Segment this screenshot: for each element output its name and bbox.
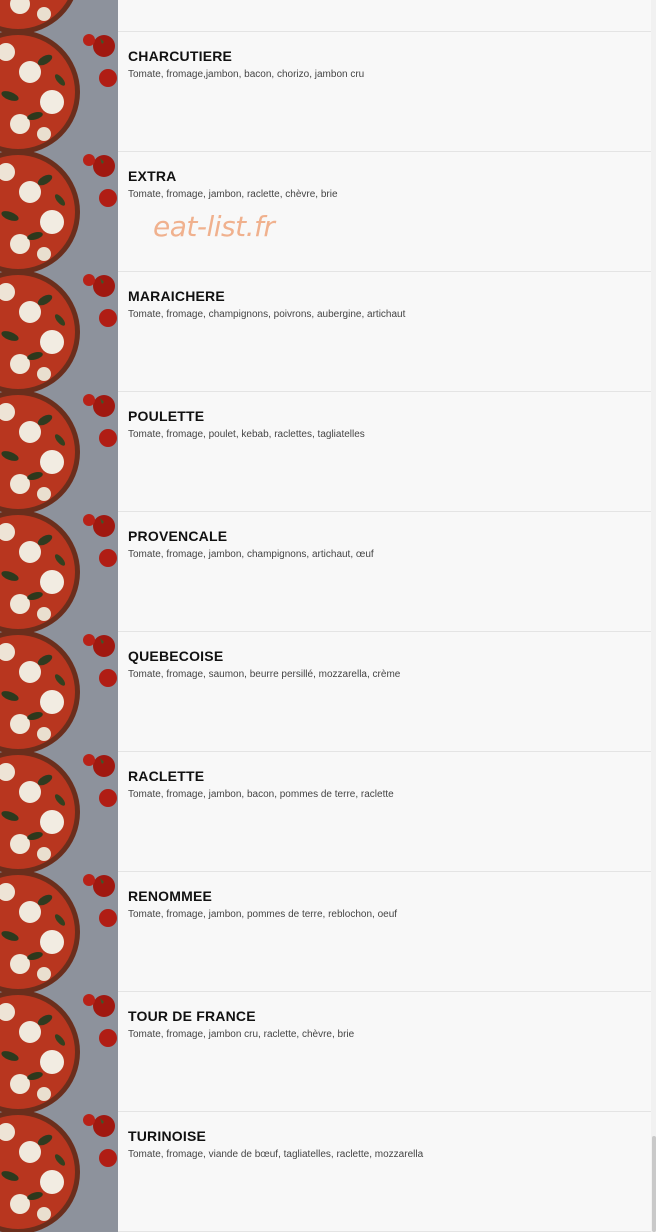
- item-description: Tomate, fromage, saumon, beurre persillé…: [128, 669, 401, 680]
- pizza-image: [0, 992, 118, 1112]
- item-description: Tomate, fromage, jambon, champignons, ar…: [128, 549, 374, 560]
- menu-item[interactable]: PROVENCALE Tomate, fromage, jambon, cham…: [0, 512, 651, 632]
- pizza-image: [0, 152, 118, 272]
- menu-item[interactable]: RENOMMEE Tomate, fromage, jambon, pommes…: [0, 872, 651, 992]
- pizza-image: [0, 392, 118, 512]
- menu-item[interactable]: QUEBECOISE Tomate, fromage, saumon, beur…: [0, 632, 651, 752]
- pizza-image: [0, 752, 118, 872]
- item-name: POULETTE: [128, 408, 205, 424]
- menu-item[interactable]: RACLETTE Tomate, fromage, jambon, bacon,…: [0, 752, 651, 872]
- item-name: PROVENCALE: [128, 528, 228, 544]
- watermark: eat-list.fr: [153, 210, 275, 243]
- item-name: TOUR DE FRANCE: [128, 1008, 256, 1024]
- item-name: MARAICHERE: [128, 288, 225, 304]
- item-description: Tomate, fromage, jambon, pommes de terre…: [128, 909, 398, 920]
- menu-item[interactable]: POULETTE Tomate, fromage, poulet, kebab,…: [0, 392, 651, 512]
- pizza-image: [0, 1112, 118, 1232]
- scrollbar[interactable]: [651, 0, 656, 1232]
- item-description: Tomate, fromage, jambon cru, raclette, c…: [128, 1029, 355, 1040]
- item-name: RACLETTE: [128, 768, 205, 784]
- item-description: Tomate, fromage, champignons, poivrons, …: [128, 309, 406, 320]
- menu-item[interactable]: MARAICHERE Tomate, fromage, champignons,…: [0, 272, 651, 392]
- item-name: CHARCUTIERE: [128, 48, 233, 64]
- item-description: Tomate, fromage, jambon, raclette, chèvr…: [128, 189, 338, 200]
- menu-list: CHARCUTIERE Tomate, fromage,jambon, baco…: [0, 0, 651, 1232]
- menu-item[interactable]: TOUR DE FRANCE Tomate, fromage, jambon c…: [0, 992, 651, 1112]
- item-description: Tomate, fromage, poulet, kebab, raclette…: [128, 429, 365, 440]
- menu-item[interactable]: EXTRA Tomate, fromage, jambon, raclette,…: [0, 152, 651, 272]
- menu-item[interactable]: CHARCUTIERE Tomate, fromage,jambon, baco…: [0, 32, 651, 152]
- item-name: RENOMMEE: [128, 888, 213, 904]
- pizza-image: [0, 32, 118, 152]
- item-description: Tomate, fromage, jambon, bacon, pommes d…: [128, 789, 394, 800]
- pizza-image: [0, 632, 118, 752]
- item-name: EXTRA: [128, 168, 177, 184]
- item-name: TURINOISE: [128, 1128, 207, 1144]
- scrollbar-thumb[interactable]: [652, 1136, 656, 1232]
- pizza-image: [0, 0, 118, 32]
- item-description: Tomate, fromage,jambon, bacon, chorizo, …: [128, 69, 365, 80]
- menu-item[interactable]: [0, 0, 651, 32]
- pizza-image: [0, 272, 118, 392]
- pizza-image: [0, 512, 118, 632]
- item-name: QUEBECOISE: [128, 648, 224, 664]
- pizza-image: [0, 872, 118, 992]
- item-description: Tomate, fromage, viande de bœuf, tagliat…: [128, 1149, 424, 1160]
- menu-item[interactable]: TURINOISE Tomate, fromage, viande de bœu…: [0, 1112, 651, 1232]
